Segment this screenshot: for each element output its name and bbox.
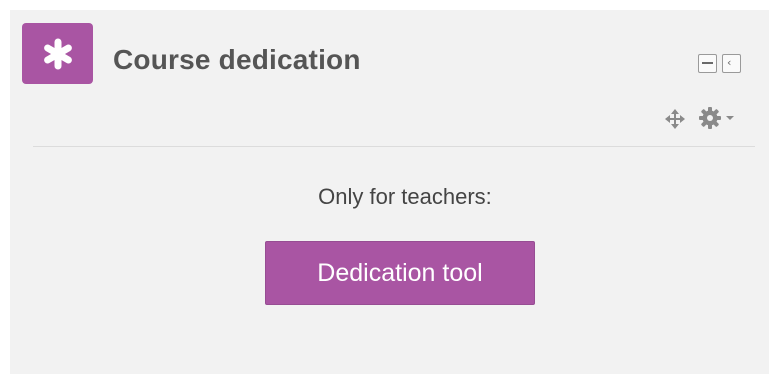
hide-block-button[interactable] (698, 54, 717, 73)
dock-left-icon: ‹ (727, 56, 732, 69)
block-title: Course dedication (113, 44, 361, 75)
asterisk-icon (22, 23, 93, 84)
move-icon[interactable] (664, 108, 686, 130)
dedication-tool-button[interactable]: Dedication tool (265, 241, 535, 305)
asterisk-icon-glyph (43, 38, 72, 69)
caret-down-icon[interactable] (726, 116, 734, 120)
header-divider (33, 146, 755, 147)
gear-icon[interactable] (698, 106, 722, 130)
teachers-only-label: Only for teachers: (318, 184, 492, 209)
dock-block-button[interactable]: ‹ (722, 54, 741, 73)
course-dedication-block: Course dedication ‹ Only for teachers: D… (10, 10, 769, 374)
